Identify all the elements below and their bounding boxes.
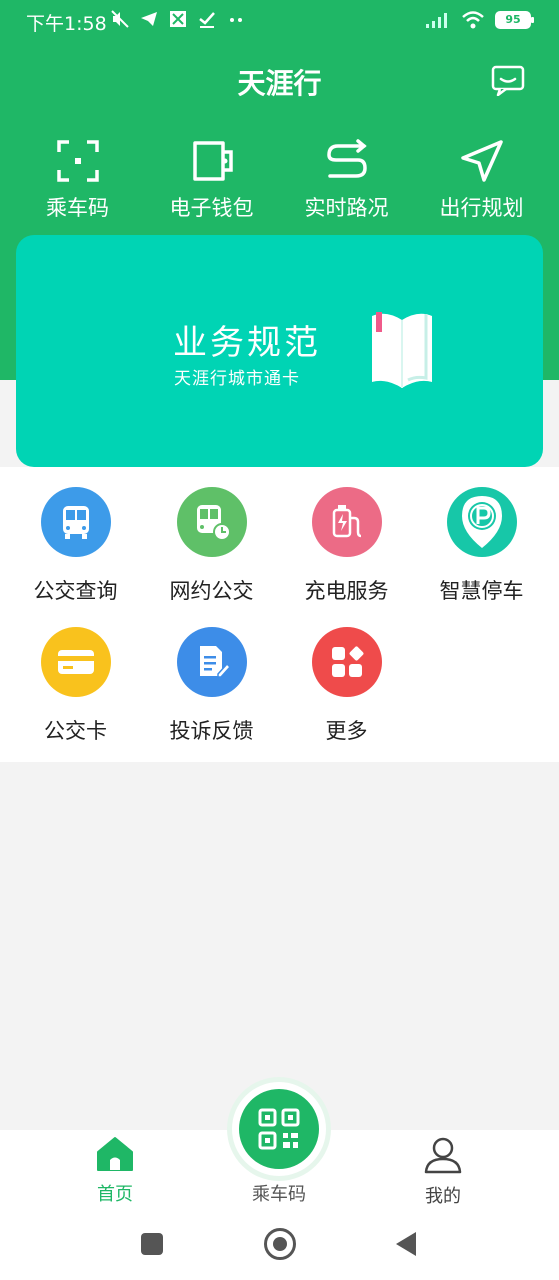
parking-pin-icon [461,496,502,548]
scan-frame-icon [56,140,99,182]
apps-grid-icon [331,646,363,677]
wallet-icon [192,141,233,181]
services-panel: 公交查询 网约公交 充电服务 智慧停车 公交卡 投诉反馈 更多 [0,467,559,762]
status-bar: 下午1:58 95 [0,0,559,42]
nav-ride-code-label: 乘车码 [252,1184,306,1205]
card-icon [57,650,94,674]
check-icon [199,12,215,28]
service-label: 投诉反馈 [169,719,254,743]
home-button-icon[interactable] [264,1228,296,1260]
service-icon-bg [40,627,111,697]
nav-mine-label: 我的 [425,1186,461,1207]
service-label: 网约公交 [169,579,254,603]
home-icon [97,1137,133,1171]
route-icon [326,139,367,178]
app-title: 天涯行 [237,67,322,100]
nav-home[interactable]: 首页 [55,1136,175,1206]
telegram-icon [141,12,157,26]
more-dots-icon [230,18,242,22]
bus-icon [62,506,89,539]
notification-icons [110,9,246,29]
service-smart-parking[interactable]: 智慧停车 [414,487,549,605]
service-label: 公交查询 [33,579,118,603]
user-icon [424,1137,462,1174]
navigation-arrow-icon [460,140,503,182]
quick-action-traffic[interactable]: 实时路况 [279,138,414,222]
service-label: 智慧停车 [439,579,524,603]
ride-code-button-bg [239,1089,319,1169]
document-edit-icon [199,646,231,678]
system-status: 95 [425,10,534,30]
service-icon-bg [311,487,382,557]
service-bus-card[interactable]: 公交卡 [8,627,143,745]
service-icon-bg [446,487,517,557]
service-complaint-feedback[interactable]: 投诉反馈 [144,627,279,745]
recent-apps-icon[interactable] [141,1233,163,1255]
mute-icon [111,10,129,28]
status-time: 下午1:58 [26,13,107,35]
signal-icon [426,13,447,28]
nav-ride-code-button[interactable] [232,1082,326,1176]
nav-home-label: 首页 [97,1184,133,1205]
battery-indicator: 95 [495,11,534,29]
quick-action-ride-code[interactable]: 乘车码 [10,138,145,222]
bus-clock-icon [196,505,231,541]
banner-subtitle: 天涯行城市通卡 [174,369,300,389]
system-nav-bar [0,1212,559,1280]
banner-title: 业务规范 [173,323,321,363]
quick-action-label: 出行规划 [439,196,524,220]
promo-banner[interactable]: 业务规范 天涯行城市通卡 [16,235,543,467]
quick-action-label: 电子钱包 [169,196,254,220]
service-charging[interactable]: 充电服务 [279,487,414,605]
service-ride-hailing-bus[interactable]: 网约公交 [144,487,279,605]
message-icon[interactable] [490,64,526,96]
quick-action-label: 实时路况 [304,196,389,220]
charging-icon [332,505,361,538]
service-icon-bg [176,487,247,557]
wifi-icon [462,11,484,29]
service-label: 更多 [325,719,368,743]
app-notification-icon [170,11,186,27]
service-icon-bg [176,627,247,697]
service-icon-bg [40,487,111,557]
back-icon[interactable] [396,1232,416,1256]
quick-action-label: 乘车码 [46,196,109,220]
quick-action-wallet[interactable]: 电子钱包 [144,138,279,222]
quick-action-trip-planning[interactable]: 出行规划 [414,138,549,222]
service-label: 公交卡 [44,719,107,743]
nav-mine[interactable]: 我的 [383,1136,503,1208]
service-label: 充电服务 [304,579,389,603]
qr-code-icon [258,1108,300,1150]
service-bus-query[interactable]: 公交查询 [8,487,143,605]
book-icon [372,312,432,388]
service-icon-bg [311,627,382,697]
service-more[interactable]: 更多 [279,627,414,745]
